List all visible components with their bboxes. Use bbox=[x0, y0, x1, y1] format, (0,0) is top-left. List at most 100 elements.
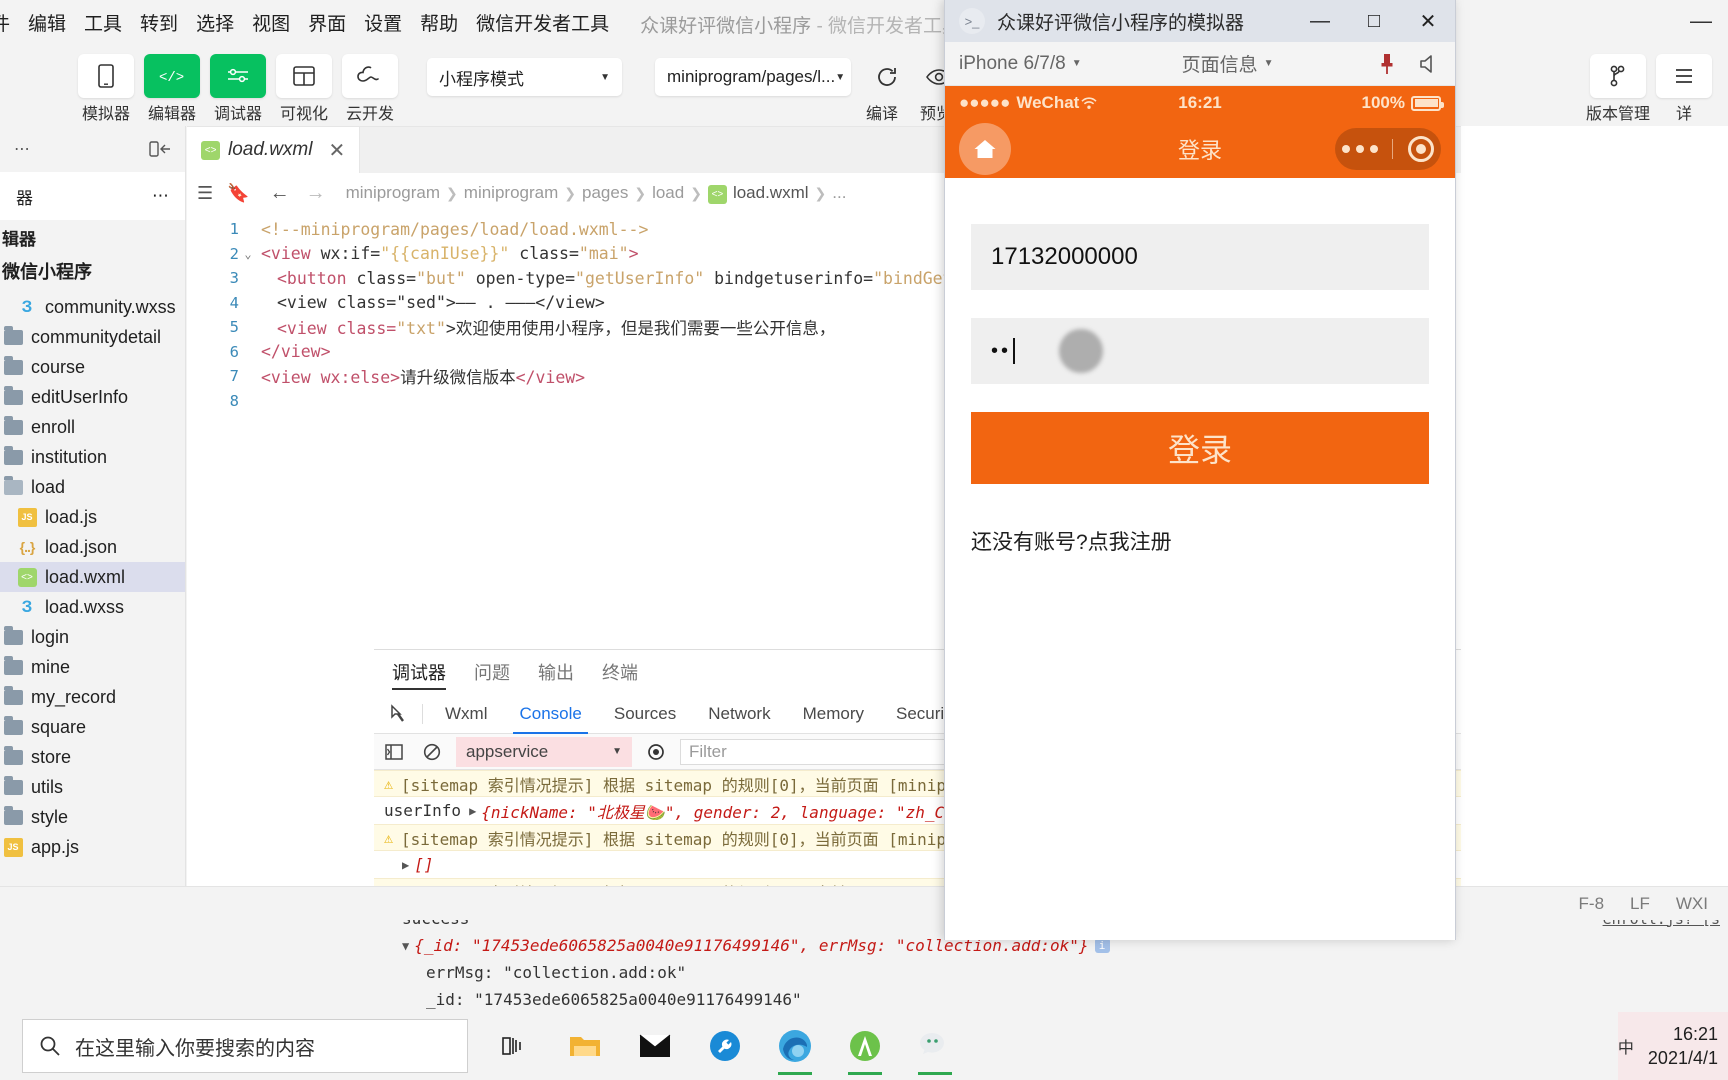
speaker-icon[interactable] bbox=[1419, 54, 1441, 74]
editor-tab-load-wxml[interactable]: <> load.wxml ✕ bbox=[187, 127, 361, 173]
console-log-row[interactable]: errMsg: "collection.add:ok" bbox=[374, 959, 1728, 986]
file-explorer-icon[interactable] bbox=[554, 1015, 616, 1077]
outer-window-minimize-button[interactable]: — bbox=[1690, 8, 1712, 34]
explorer-more-icon[interactable]: ⋯ bbox=[152, 186, 169, 206]
status-encoding[interactable]: F-8 bbox=[1579, 894, 1605, 914]
nav-forward-icon[interactable]: → bbox=[306, 182, 326, 205]
file-tree-item[interactable]: course bbox=[0, 352, 185, 382]
menu-item-help[interactable]: 帮助 bbox=[411, 11, 467, 38]
devtab-wxml[interactable]: Wxml bbox=[429, 694, 503, 734]
detail-button[interactable]: 详 bbox=[1656, 54, 1712, 123]
breadcrumb-item-3[interactable]: load bbox=[652, 183, 684, 203]
file-tree-item[interactable]: JS load.js bbox=[0, 502, 185, 532]
file-tree-item[interactable]: editUserInfo bbox=[0, 382, 185, 412]
more-dots-icon[interactable] bbox=[1342, 145, 1379, 153]
file-tree-item[interactable]: enroll bbox=[0, 412, 185, 442]
file-tree-item[interactable]: Зcommunity.wxss bbox=[0, 292, 185, 322]
wechat-devtools-taskbar-icon[interactable] bbox=[904, 1015, 966, 1077]
taskbar-search-input[interactable]: 在这里输入你要搜索的内容 bbox=[22, 1019, 468, 1073]
menu-item-select[interactable]: 选择 bbox=[187, 11, 243, 38]
phone-number-input[interactable]: 17132000000 bbox=[971, 224, 1429, 290]
devtab-network[interactable]: Network bbox=[692, 694, 786, 734]
console-settings-icon[interactable] bbox=[642, 739, 670, 765]
menu-item-goto[interactable]: 转到 bbox=[131, 11, 187, 38]
breadcrumb-item-1[interactable]: miniprogram bbox=[464, 183, 558, 203]
console-log-row[interactable]: _id: "17453ede6065825a0040e91176499146" bbox=[374, 986, 1728, 1013]
collapse-triangle-icon[interactable]: ▼ bbox=[402, 939, 409, 953]
file-tree-item[interactable]: JS app.js bbox=[0, 832, 185, 862]
fold-marker[interactable]: ⌄ bbox=[239, 247, 257, 261]
simulator-maximize-button[interactable]: □ bbox=[1347, 0, 1401, 42]
breadcrumb-item-4[interactable]: load.wxml bbox=[733, 183, 809, 203]
toolbar-editor-button[interactable]: </> 编辑器 bbox=[144, 54, 200, 123]
compile-mode-select[interactable]: 小程序模式 ▼ bbox=[427, 58, 622, 96]
ime-icon[interactable]: 中 bbox=[1618, 1034, 1634, 1058]
password-input[interactable]: •• bbox=[971, 318, 1429, 384]
edge-browser-icon[interactable] bbox=[764, 1015, 826, 1077]
taskbar-clock[interactable]: 16:21 2021/4/1 bbox=[1648, 1022, 1718, 1071]
wechat-capsule[interactable] bbox=[1335, 128, 1441, 170]
clear-console-icon[interactable] bbox=[418, 739, 446, 765]
console-filter-input[interactable]: Filter bbox=[680, 738, 980, 765]
toolbar-simulator-button[interactable]: 模拟器 bbox=[78, 54, 134, 123]
simulator-minimize-button[interactable]: — bbox=[1293, 0, 1347, 42]
nav-back-icon[interactable]: ← bbox=[270, 182, 290, 205]
page-path-select[interactable]: miniprogram/pages/l... ▼ bbox=[655, 58, 851, 96]
file-tree-item[interactable]: utils bbox=[0, 772, 185, 802]
device-select[interactable]: iPhone 6/7/8 ▼ bbox=[959, 53, 1082, 75]
task-view-icon[interactable] bbox=[484, 1015, 546, 1077]
menu-item-settings[interactable]: 设置 bbox=[355, 11, 411, 38]
close-target-icon[interactable] bbox=[1407, 136, 1434, 162]
breadcrumb-item-0[interactable]: miniprogram bbox=[346, 183, 440, 203]
devtab-console[interactable]: Console bbox=[503, 694, 597, 734]
compile-button[interactable] bbox=[866, 58, 908, 96]
file-tree-item[interactable]: {..} load.json bbox=[0, 532, 185, 562]
inspect-element-icon[interactable] bbox=[382, 703, 416, 724]
login-submit-button[interactable]: 登录 bbox=[971, 412, 1429, 484]
console-context-select[interactable]: appservice ▼ bbox=[456, 736, 632, 767]
menu-item-edit[interactable]: 编辑 bbox=[19, 11, 75, 38]
file-tree-item[interactable]: <> load.wxml bbox=[0, 562, 185, 592]
tools-app-icon[interactable] bbox=[694, 1015, 756, 1077]
simulator-close-button[interactable]: ✕ bbox=[1401, 0, 1455, 42]
outline-icon[interactable]: ☰ bbox=[197, 183, 213, 204]
panel-tab-terminal[interactable]: 终端 bbox=[602, 650, 638, 694]
menu-item-interface[interactable]: 界面 bbox=[299, 11, 355, 38]
menu-item-file[interactable]: 件 bbox=[0, 11, 19, 38]
page-info-select[interactable]: 页面信息 ▼ bbox=[1182, 50, 1274, 77]
menu-item-devtools[interactable]: 微信开发者工具 bbox=[467, 11, 618, 38]
expand-triangle-icon[interactable]: ▶ bbox=[469, 804, 476, 818]
sidebar-section-project[interactable]: 微信小程序 bbox=[0, 254, 185, 288]
file-tree-item[interactable]: style bbox=[0, 802, 185, 832]
more-icon[interactable]: ⋯ bbox=[14, 139, 30, 159]
file-tree-item[interactable]: my_record bbox=[0, 682, 185, 712]
sidebar-section-editor[interactable]: 辑器 bbox=[0, 220, 185, 254]
file-tree-item[interactable]: store bbox=[0, 742, 185, 772]
file-tree-item[interactable]: mine bbox=[0, 652, 185, 682]
bookmark-icon[interactable]: 🔖 bbox=[227, 183, 249, 204]
status-language[interactable]: WXI bbox=[1676, 894, 1708, 914]
android-studio-icon[interactable] bbox=[834, 1015, 896, 1077]
menu-item-tools[interactable]: 工具 bbox=[75, 11, 131, 38]
file-tree-item[interactable]: institution bbox=[0, 442, 185, 472]
home-icon[interactable] bbox=[959, 123, 1011, 175]
mail-icon[interactable] bbox=[624, 1015, 686, 1077]
file-tree-item[interactable]: load bbox=[0, 472, 185, 502]
panel-tab-debugger[interactable]: 调试器 bbox=[392, 650, 446, 694]
toolbar-visual-button[interactable]: 可视化 bbox=[276, 54, 332, 123]
file-tree-item[interactable]: square bbox=[0, 712, 185, 742]
toolbar-debugger-button[interactable]: 调试器 bbox=[210, 54, 266, 123]
file-tree-item[interactable]: login bbox=[0, 622, 185, 652]
devtab-memory[interactable]: Memory bbox=[787, 694, 880, 734]
pin-icon[interactable] bbox=[1377, 53, 1397, 75]
file-tree-item[interactable]: communitydetail bbox=[0, 322, 185, 352]
panel-tab-problems[interactable]: 问题 bbox=[474, 650, 510, 694]
file-tree-item[interactable]: Зload.wxss bbox=[0, 592, 185, 622]
simulator-titlebar[interactable]: >_ 众课好评微信小程序的模拟器 — □ ✕ bbox=[945, 0, 1455, 42]
breadcrumb-item-2[interactable]: pages bbox=[582, 183, 628, 203]
expand-triangle-icon[interactable]: ▶ bbox=[402, 858, 409, 872]
collapse-panel-icon[interactable] bbox=[149, 141, 171, 157]
console-sidebar-icon[interactable] bbox=[380, 739, 408, 765]
menu-item-view[interactable]: 视图 bbox=[243, 11, 299, 38]
status-eol[interactable]: LF bbox=[1630, 894, 1650, 914]
